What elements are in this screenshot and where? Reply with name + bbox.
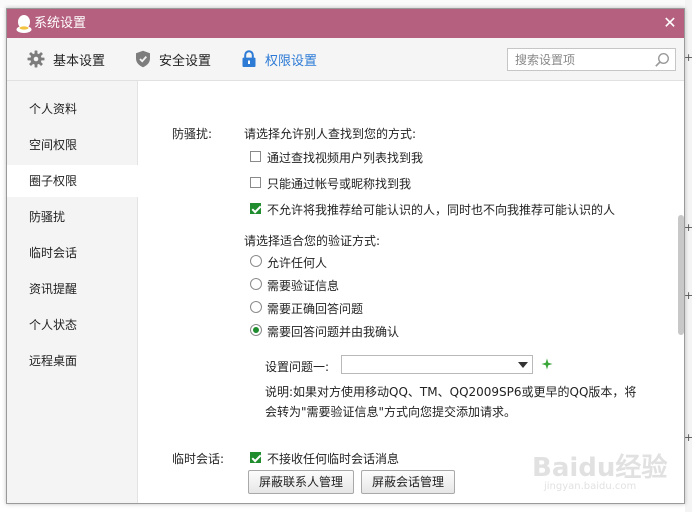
close-button[interactable]: ✕ [660,13,680,33]
sidebar-item-space-permission[interactable]: 空间权限 [7,129,138,161]
radio-require-correct-answer[interactable] [250,301,262,313]
gear-icon [27,50,45,68]
block-sessions-button[interactable]: 屏蔽会话管理 [361,470,455,494]
tab-basic-settings[interactable]: 基本设置 [27,48,105,70]
checkbox-find-by-account-only[interactable] [250,177,261,188]
checkbox-no-recommend[interactable] [250,203,261,214]
close-icon: ✕ [663,13,677,32]
tab-permission-settings-label: 权限设置 [265,53,318,69]
tab-basic-settings-label: 基本设置 [53,53,106,69]
plus-icon: + [684,221,692,234]
radio-require-verify-info[interactable] [250,278,262,290]
option-require-correct-answer[interactable]: 需要正确回答问题 [267,300,363,317]
plus-icon: + [684,51,692,64]
section-label-temp-session: 临时会话: [172,452,225,466]
verify-method-prompt: 请选择适合您的验证方式: [244,234,381,248]
scrollbar-thumb[interactable] [678,215,684,335]
toolbar: 基本设置 安全设置 权限设置 [7,38,684,81]
search-input[interactable] [508,49,655,70]
note-line-1: 说明:如果对方使用移动QQ、TM、QQ2009SP6或更早的QQ版本，将 [265,385,637,399]
chevron-down-icon [518,362,528,368]
find-method-prompt: 请选择允许别人查找到您的方式: [244,127,417,141]
option-allow-anyone[interactable]: 允许任何人 [267,254,327,271]
shield-icon [136,50,150,68]
tab-security-settings-label: 安全设置 [159,53,212,69]
plus-icon: + [684,289,692,302]
checkbox-no-temp-session[interactable] [250,452,261,463]
sidebar: 个人资料 空间权限 圈子权限 防骚扰 临时会话 资讯提醒 个人状态 远程桌面 [7,81,139,503]
watermark-logo: Baidu经验 [532,453,668,483]
sidebar-item-profile[interactable]: 个人资料 [7,93,138,125]
sidebar-item-temp-session[interactable]: 临时会话 [7,237,138,269]
title-bar[interactable]: 系统设置 ✕ [7,9,684,38]
sidebar-item-personal-status[interactable]: 个人状态 [7,309,138,341]
radio-allow-anyone[interactable] [250,255,262,267]
sidebar-item-remote-desktop[interactable]: 远程桌面 [7,345,138,377]
question-one-dropdown[interactable] [341,355,533,374]
option-no-temp-session[interactable]: 不接收任何临时会话消息 [267,450,399,467]
note-line-2: 会转为"需要验证信息"方式向您提交添加请求。 [265,405,517,419]
block-contacts-button[interactable]: 屏蔽联系人管理 [248,470,354,494]
qq-logo-icon [16,15,32,33]
baidu-watermark: Baidu经验 jingyan.baidu.com [532,447,682,497]
tab-permission-settings[interactable]: 权限设置 [241,48,317,70]
tab-security-settings[interactable]: 安全设置 [135,48,211,70]
sidebar-item-anti-harassment[interactable]: 防骚扰 [7,201,138,233]
settings-window: 系统设置 ✕ 基本设置 安全设置 权限设置 搜索设置项 个人资料 空间权限 圈子… [6,8,685,504]
lock-icon [242,50,256,67]
background-strip [0,0,692,8]
watermark-url: jingyan.baidu.com [544,481,637,492]
option-find-by-account-only[interactable]: 只能通过帐号或昵称找到我 [267,175,411,192]
sidebar-item-news-alert[interactable]: 资讯提醒 [7,273,138,305]
option-require-verify-info[interactable]: 需要验证信息 [267,277,339,294]
search-icon[interactable] [654,52,670,68]
option-no-recommend[interactable]: 不允许将我推荐给可能认识的人，同时也不向我推荐可能认识的人 [267,201,615,218]
option-find-by-video-list[interactable]: 通过查找视频用户列表找到我 [267,149,423,166]
option-answer-and-confirm[interactable]: 需要回答问题并由我确认 [267,323,399,340]
search-box[interactable] [507,48,676,71]
question-one-label: 设置问题一: [265,360,330,374]
plus-icon: + [684,431,692,444]
settings-content: 防骚扰: 请选择允许别人查找到您的方式: 通过查找视频用户列表找到我 只能通过帐… [138,81,684,503]
section-label-anti-harassment: 防骚扰: [172,127,213,141]
window-title: 系统设置 [34,16,87,31]
checkbox-find-by-video-list[interactable] [250,151,261,162]
sidebar-item-circle-permission[interactable]: 圈子权限 [7,165,139,197]
radio-answer-and-confirm[interactable] [250,324,262,336]
add-question-plus-icon[interactable] [540,357,554,371]
